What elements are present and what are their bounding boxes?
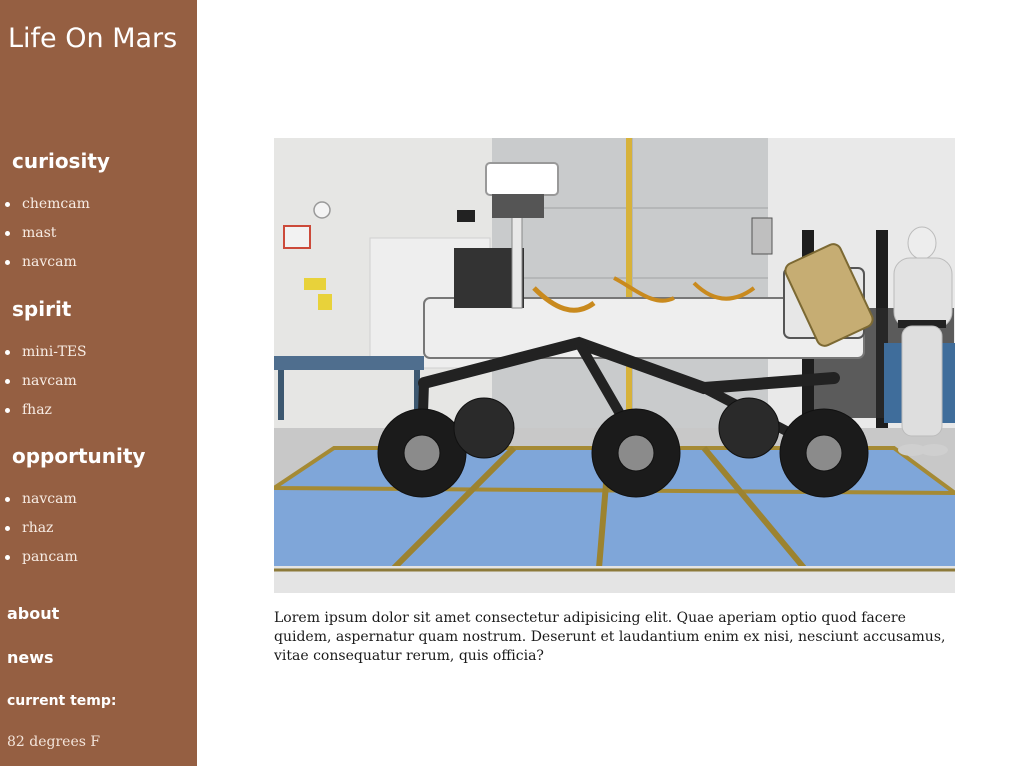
list-item-label: pancam	[22, 549, 78, 565]
list-item-label: navcam	[22, 254, 77, 270]
current-temp-label: current temp:	[7, 693, 117, 709]
list-item[interactable]: rhaz	[0, 518, 78, 547]
list-item-label: navcam	[22, 491, 77, 507]
rover-photo	[274, 138, 955, 593]
bullet-icon	[5, 202, 10, 207]
section-title-curiosity[interactable]: curiosity	[12, 148, 110, 174]
list-item[interactable]: mini-TES	[0, 342, 87, 371]
sidebar: Life On Mars curiosity chemcam mast navc…	[0, 0, 197, 766]
list-item[interactable]: pancam	[0, 547, 78, 576]
list-item-label: rhaz	[22, 520, 54, 536]
list-item-label: chemcam	[22, 196, 90, 212]
opportunity-list: navcam rhaz pancam	[0, 489, 78, 576]
list-item-label: navcam	[22, 373, 77, 389]
section-title-spirit[interactable]: spirit	[12, 296, 71, 322]
list-item[interactable]: fhaz	[0, 400, 87, 429]
bullet-icon	[5, 526, 10, 531]
bullet-icon	[5, 408, 10, 413]
list-item-label: fhaz	[22, 402, 52, 418]
list-item[interactable]: navcam	[0, 252, 90, 281]
list-item-label: mast	[22, 225, 57, 241]
current-temp-value: 82 degrees F	[7, 734, 101, 750]
list-item[interactable]: mast	[0, 223, 90, 252]
news-link[interactable]: news	[7, 648, 54, 667]
spirit-list: mini-TES navcam fhaz	[0, 342, 87, 429]
rover-illustration	[274, 138, 955, 593]
bullet-icon	[5, 231, 10, 236]
list-item[interactable]: navcam	[0, 371, 87, 400]
bullet-icon	[5, 555, 10, 560]
site-title: Life On Mars	[8, 23, 178, 54]
curiosity-list: chemcam mast navcam	[0, 194, 90, 281]
about-link[interactable]: about	[7, 604, 59, 623]
list-item[interactable]: chemcam	[0, 194, 90, 223]
bullet-icon	[5, 379, 10, 384]
bullet-icon	[5, 350, 10, 355]
bullet-icon	[5, 497, 10, 502]
photo-caption: Lorem ipsum dolor sit amet consectetur a…	[274, 610, 946, 664]
list-item-label: mini-TES	[22, 344, 87, 360]
section-title-opportunity[interactable]: opportunity	[12, 443, 145, 469]
bullet-icon	[5, 260, 10, 265]
list-item[interactable]: navcam	[0, 489, 78, 518]
